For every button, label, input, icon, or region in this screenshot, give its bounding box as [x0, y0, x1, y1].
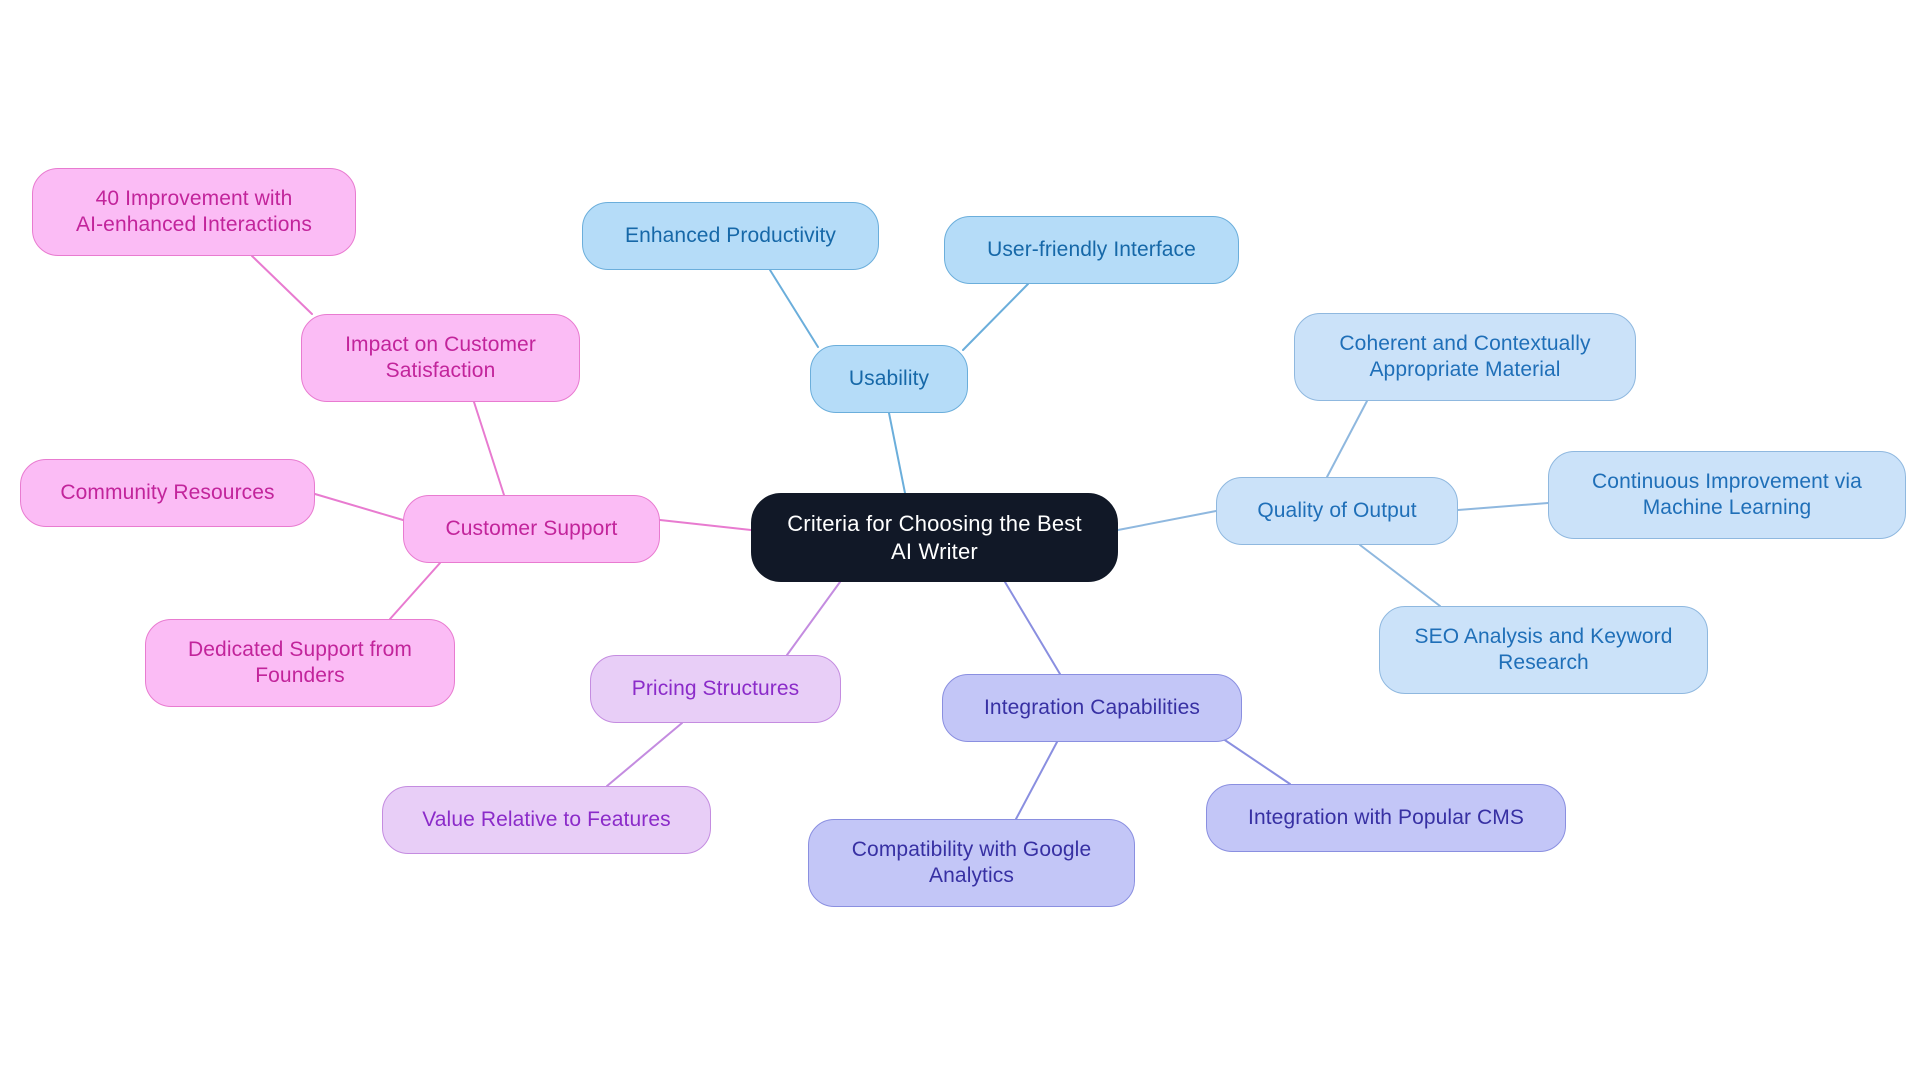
mindmap-node-community-resources[interactable]: Community Resources [20, 459, 315, 527]
mindmap-node-coherent-material[interactable]: Coherent and Contextually Appropriate Ma… [1294, 313, 1636, 401]
mindmap-node-label-impact-customer-satisfaction: Impact on Customer Satisfaction [345, 332, 536, 382]
mindmap-edge-root-to-customer-support [659, 519, 752, 531]
mindmap-node-quality-of-output[interactable]: Quality of Output [1216, 477, 1458, 545]
mindmap-edge-root-to-quality-of-output [1117, 510, 1217, 531]
mindmap-node-label-pricing-structures: Pricing Structures [631, 676, 800, 700]
mindmap-edge-quality-of-output-to-seo-analysis [1359, 544, 1441, 607]
mindmap-node-label-compatibility-google-analytics: Compatibility with Google Analytics [851, 837, 1092, 887]
mindmap-edge-integration-capabilities-to-compatibility-google-analytics [1015, 741, 1058, 820]
mindmap-node-label-usability: Usability [848, 366, 930, 390]
mindmap-edge-customer-support-to-dedicated-support-founders [389, 562, 441, 620]
mindmap-node-dedicated-support-founders[interactable]: Dedicated Support from Founders [145, 619, 455, 707]
mindmap-node-compatibility-google-analytics[interactable]: Compatibility with Google Analytics [808, 819, 1135, 907]
mindmap-node-integration-popular-cms[interactable]: Integration with Popular CMS [1206, 784, 1566, 852]
mindmap-node-label-quality-of-output: Quality of Output [1257, 498, 1417, 522]
mindmap-node-label-integration-popular-cms: Integration with Popular CMS [1248, 805, 1524, 829]
mindmap-edge-usability-to-enhanced-productivity [769, 269, 819, 348]
mindmap-node-label-root: Criteria for Choosing the Best AI Writer [787, 511, 1082, 564]
mindmap-edge-customer-support-to-impact-customer-satisfaction [473, 401, 505, 496]
mindmap-node-label-continuous-improvement: Continuous Improvement via Machine Learn… [1592, 469, 1862, 519]
mindmap-edge-root-to-pricing-structures [786, 581, 841, 656]
mindmap-node-label-integration-capabilities: Integration Capabilities [983, 695, 1201, 719]
mindmap-edge-impact-customer-satisfaction-to-improvement-ai-enhanced [251, 255, 313, 315]
mindmap-node-pricing-structures[interactable]: Pricing Structures [590, 655, 841, 723]
mindmap-node-label-community-resources: Community Resources [60, 480, 275, 504]
mindmap-node-user-friendly-interface[interactable]: User-friendly Interface [944, 216, 1239, 284]
mindmap-node-root[interactable]: Criteria for Choosing the Best AI Writer [751, 493, 1118, 582]
mindmap-edge-usability-to-user-friendly-interface [962, 283, 1029, 351]
mindmap-node-label-seo-analysis: SEO Analysis and Keyword Research [1414, 624, 1673, 674]
mindmap-node-impact-customer-satisfaction[interactable]: Impact on Customer Satisfaction [301, 314, 580, 402]
mindmap-node-improvement-ai-enhanced[interactable]: 40 Improvement with AI-enhanced Interact… [32, 168, 356, 256]
mindmap-node-usability[interactable]: Usability [810, 345, 968, 413]
mindmap-edge-pricing-structures-to-value-relative-to-features [606, 722, 683, 787]
mindmap-node-label-improvement-ai-enhanced: 40 Improvement with AI-enhanced Interact… [76, 186, 312, 236]
mindmap-node-label-value-relative-to-features: Value Relative to Features [422, 807, 671, 831]
mindmap-node-continuous-improvement[interactable]: Continuous Improvement via Machine Learn… [1548, 451, 1906, 539]
mindmap-node-label-dedicated-support-founders: Dedicated Support from Founders [188, 637, 412, 687]
mindmap-edge-quality-of-output-to-coherent-material [1326, 400, 1368, 478]
mindmap-node-seo-analysis[interactable]: SEO Analysis and Keyword Research [1379, 606, 1708, 694]
mindmap-node-label-coherent-material: Coherent and Contextually Appropriate Ma… [1339, 331, 1591, 381]
mindmap-node-label-customer-support: Customer Support [445, 516, 618, 540]
mindmap-edge-root-to-integration-capabilities [1004, 581, 1061, 675]
mindmap-canvas: Criteria for Choosing the Best AI Writer… [0, 0, 1920, 1083]
mindmap-edge-customer-support-to-community-resources [314, 493, 404, 521]
mindmap-edge-quality-of-output-to-continuous-improvement [1457, 502, 1549, 511]
mindmap-node-label-enhanced-productivity: Enhanced Productivity [624, 223, 837, 247]
mindmap-edge-root-to-usability [888, 412, 906, 494]
mindmap-node-customer-support[interactable]: Customer Support [403, 495, 660, 563]
mindmap-node-label-user-friendly-interface: User-friendly Interface [987, 237, 1196, 261]
mindmap-node-enhanced-productivity[interactable]: Enhanced Productivity [582, 202, 879, 270]
mindmap-node-value-relative-to-features[interactable]: Value Relative to Features [382, 786, 711, 854]
mindmap-node-integration-capabilities[interactable]: Integration Capabilities [942, 674, 1242, 742]
